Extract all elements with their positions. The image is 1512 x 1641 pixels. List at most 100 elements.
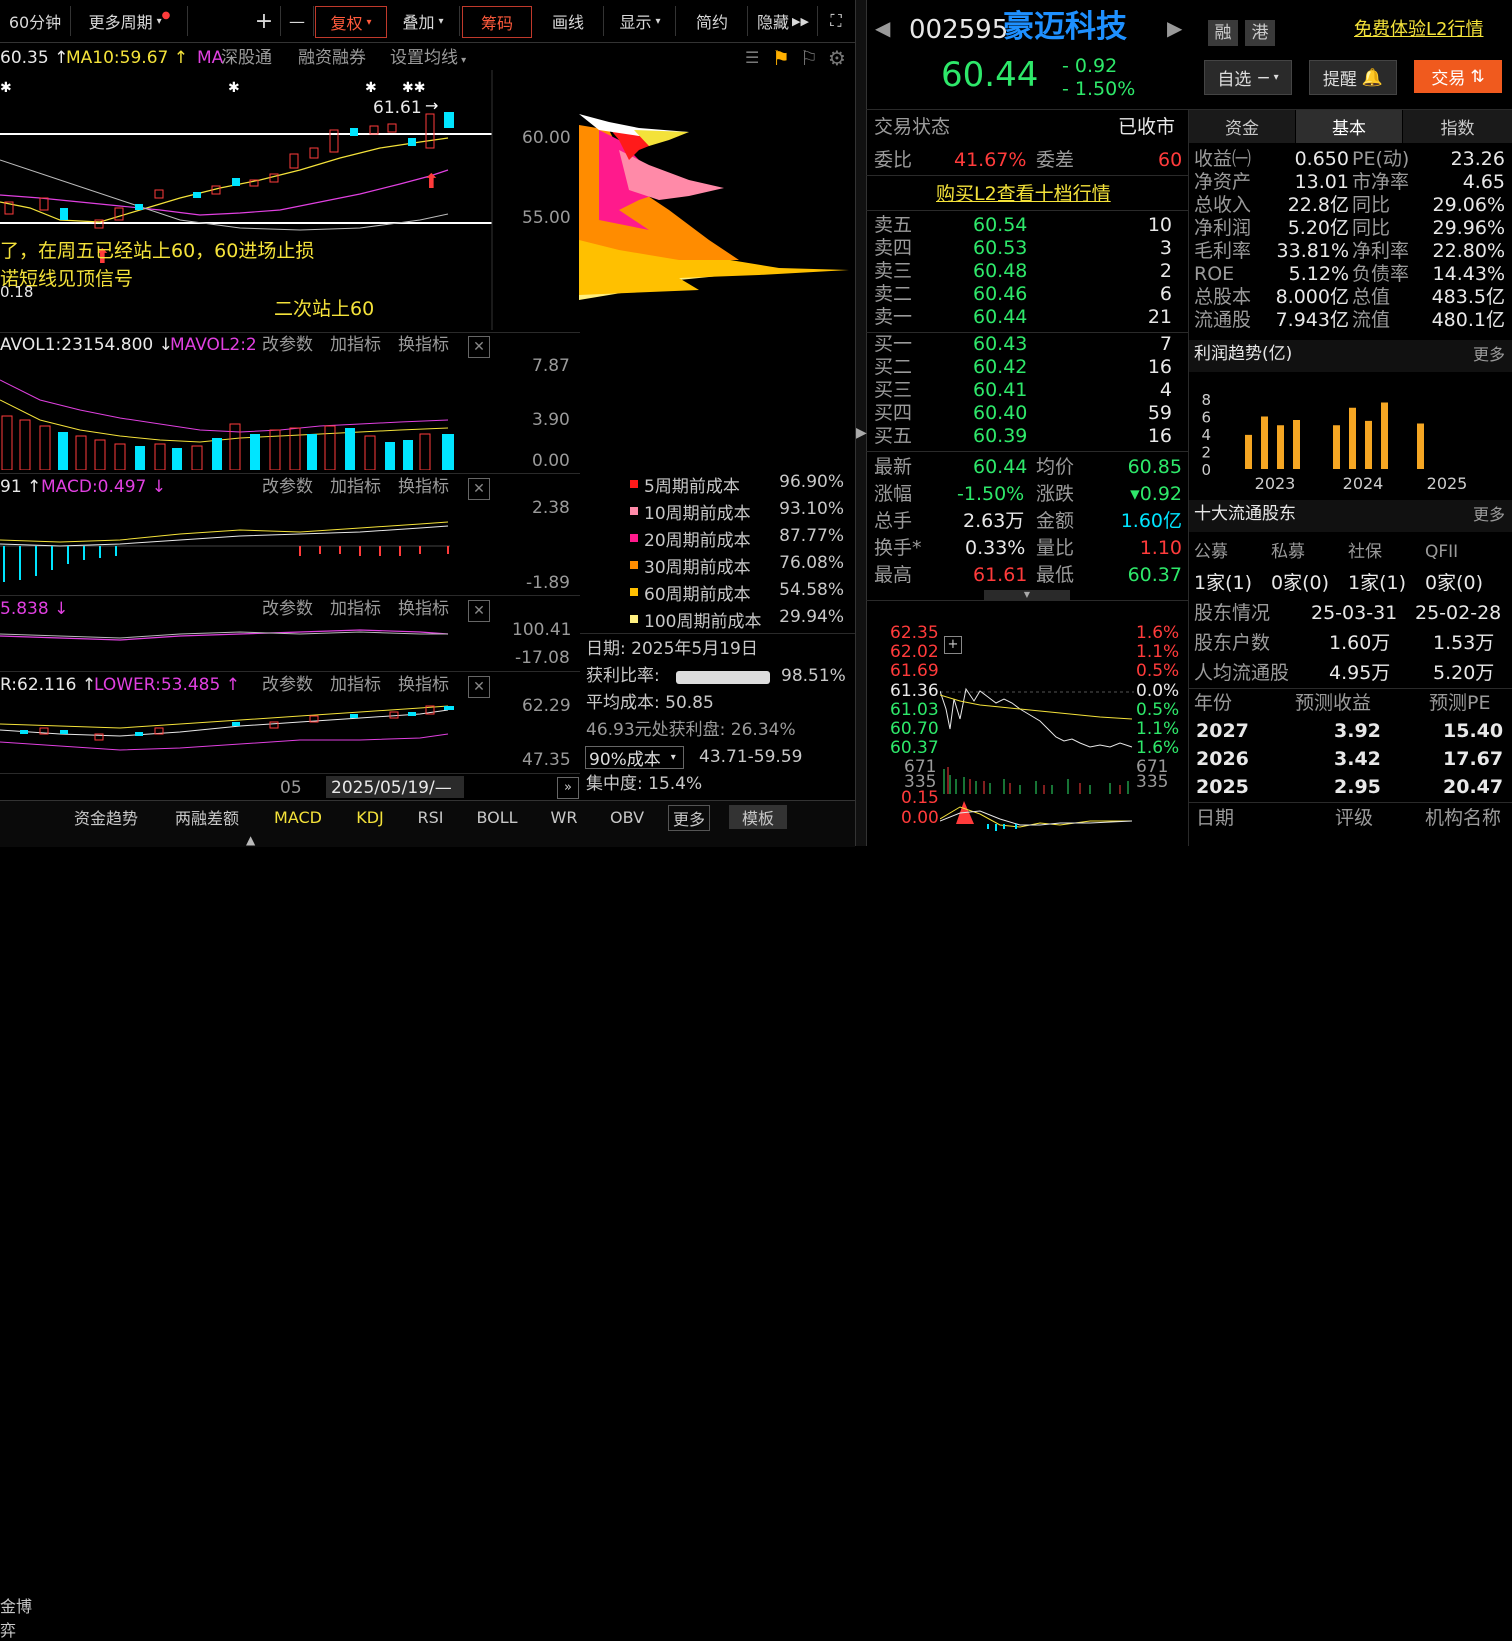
profit-ratio-bar xyxy=(676,671,770,684)
jiaoyi-button[interactable]: 交易 ⇅ xyxy=(1414,60,1502,93)
profit-more-link[interactable]: 更多 xyxy=(1473,347,1505,363)
close-icon[interactable]: ✕ xyxy=(468,600,490,622)
boll-lower-line xyxy=(0,733,449,751)
expand-handle[interactable]: ▼ xyxy=(984,590,1070,600)
tab-kdj[interactable]: KDJ xyxy=(345,805,395,829)
macd-dea-line xyxy=(0,525,449,547)
huaxian-button[interactable]: 画线 xyxy=(533,6,604,36)
buy-l2-link[interactable]: 购买L2查看十档行情 xyxy=(936,185,1111,204)
divider xyxy=(0,773,580,774)
fullscreen-button[interactable]: ⛶ xyxy=(819,6,853,36)
jiazhibiao-link[interactable]: 加指标 xyxy=(330,601,381,618)
gaicanshu-link[interactable]: 改参数 xyxy=(262,337,313,354)
prev-stock-icon[interactable]: ◀ xyxy=(875,18,890,38)
jianyue-button[interactable]: 简约 xyxy=(677,6,748,36)
yincang-button[interactable]: 隐藏 ▶▶ xyxy=(749,6,818,36)
flag-outline-icon[interactable]: ⚐ xyxy=(800,48,818,68)
tab-macd[interactable]: MACD xyxy=(268,805,328,829)
tab-template[interactable]: 模板 xyxy=(729,805,787,829)
candlestick-chart[interactable]: ✱ ✱ ✱ ✱✱ ⬆ ⬆ xyxy=(0,70,580,330)
tixing-button[interactable]: 提醒 🔔 xyxy=(1309,60,1397,95)
stock-pct: - 1.50% xyxy=(1062,78,1136,100)
diejia-button[interactable]: 叠加 ▾ xyxy=(387,6,460,36)
ind3-label: 5.838 ↓ xyxy=(0,599,69,619)
tab-boll[interactable]: BOLL xyxy=(468,805,526,829)
star-marker: ✱ xyxy=(365,80,377,96)
gaicanshu-link[interactable]: 改参数 xyxy=(262,601,313,618)
intraday-tick-right-3: 0.5% xyxy=(1136,661,1180,681)
tab-wr[interactable]: WR xyxy=(542,805,586,829)
tab-zhishu[interactable]: 指数 xyxy=(1403,110,1512,143)
shezhi-junxian-link[interactable]: 设置均线 ▾ xyxy=(390,50,466,67)
gang-badge[interactable]: 港 xyxy=(1245,20,1275,46)
zoom-out-button[interactable]: — xyxy=(281,6,314,36)
holder-type: 私募 xyxy=(1271,542,1305,562)
rating-header-org: 机构名称 xyxy=(1425,807,1502,829)
tab-jinboyi[interactable]: 金博弈 xyxy=(0,1597,44,1640)
huanzhibiao-link[interactable]: 换指标 xyxy=(398,601,449,618)
tab-zijin[interactable]: 资金 xyxy=(1189,110,1295,143)
jiazhibiao-link[interactable]: 加指标 xyxy=(330,479,381,496)
tab-rsi[interactable]: RSI xyxy=(408,805,453,829)
legend-swatch xyxy=(630,480,638,488)
profit-y-tick: 2 xyxy=(1201,444,1211,462)
caret-up-icon: ▲ xyxy=(246,833,256,847)
close-icon[interactable]: ✕ xyxy=(468,478,490,500)
fuquan-button[interactable]: 复权 ▾ xyxy=(315,6,387,38)
intraday-tick-left-4: 61.36 xyxy=(890,681,939,701)
chip-legend-row: 30周期前成本 76.08% xyxy=(630,553,850,580)
huanzhibiao-link[interactable]: 换指标 xyxy=(398,337,449,354)
holder-row-value: 25-03-31 xyxy=(1311,602,1398,624)
volume-bars-cyan xyxy=(58,428,454,470)
tab-obv[interactable]: OBV xyxy=(600,805,654,829)
huanzhibiao-link[interactable]: 换指标 xyxy=(398,479,449,496)
gear-icon[interactable]: ⚙ xyxy=(828,48,846,68)
cost-select[interactable]: 90%成本 ▾ xyxy=(585,746,684,770)
high-price-label: 61.61 xyxy=(373,98,422,118)
chouma-button[interactable]: 筹码 xyxy=(462,6,532,38)
more-period-label: 更多周期 xyxy=(88,13,153,32)
mavol2-label: MAVOL2:2 xyxy=(170,335,257,355)
profit-bar xyxy=(1381,402,1388,469)
tab-zijinqushi[interactable]: 资金趋势 xyxy=(66,805,146,829)
intraday-tick-right-5: 0.5% xyxy=(1136,700,1180,720)
tab-more[interactable]: 更多 xyxy=(668,805,710,831)
price-tick-60: 60.00 xyxy=(522,128,571,148)
chevron-right-icon[interactable]: » xyxy=(557,777,579,799)
tab-jiben[interactable]: 基本 xyxy=(1296,110,1402,143)
gaicanshu-link[interactable]: 改参数 xyxy=(262,479,313,496)
shengu-link[interactable]: 深股通 xyxy=(221,50,272,67)
flag-icon[interactable]: ⚑ xyxy=(772,48,790,68)
rong-badge[interactable]: 融 xyxy=(1208,20,1238,46)
jiazhibiao-link[interactable]: 加指标 xyxy=(330,337,381,354)
period-button[interactable]: 60分钟 xyxy=(0,6,71,36)
gaicanshu-link[interactable]: 改参数 xyxy=(262,677,313,694)
zixuan-button[interactable]: 自选 − ▾ xyxy=(1204,60,1292,95)
holder-count: 1家(1) xyxy=(1194,572,1253,594)
jiazhibiao-link[interactable]: 加指标 xyxy=(330,677,381,694)
holders-more-link[interactable]: 更多 xyxy=(1473,507,1505,523)
ma-label: MA xyxy=(197,48,224,68)
divider xyxy=(866,451,1188,452)
next-stock-icon[interactable]: ▶ xyxy=(1167,18,1182,38)
intraday-chart-panel[interactable]: 62.35 62.02 61.69 61.36 61.03 60.70 60.3… xyxy=(866,601,1188,846)
zoom-in-button[interactable]: + xyxy=(248,6,281,36)
list-icon[interactable]: ☰ xyxy=(745,50,759,66)
close-icon[interactable]: ✕ xyxy=(468,676,490,698)
vol-label: AVOL1:23154.800 ↓ xyxy=(0,335,173,355)
l2-trial-link[interactable]: 免费体验L2行情 xyxy=(1354,21,1483,39)
tab-rongzi-chae[interactable]: 两融差额 xyxy=(166,805,248,829)
arrow-up-icon: ↑ xyxy=(21,477,42,497)
intraday-tick-right-2: 1.1% xyxy=(1136,642,1180,662)
chip-legend-row: 20周期前成本 87.77% xyxy=(630,526,850,553)
rongzi-link[interactable]: 融资融券 xyxy=(298,50,366,67)
holder-row-value: 25-02-28 xyxy=(1415,602,1502,624)
holder-count: 0家(0) xyxy=(1271,572,1330,594)
fundamentals-table: 收益㈠ 0.650 PE(动) 23.26 净资产 13.01 市净率 4.65 总收入 22… xyxy=(1194,148,1505,331)
arrow-right-icon: → xyxy=(425,96,439,115)
huanzhibiao-link[interactable]: 换指标 xyxy=(398,677,449,694)
holder-row-value: 1.53万 xyxy=(1433,632,1495,654)
xianshi-button[interactable]: 显示 ▾ xyxy=(605,6,676,36)
close-icon[interactable]: ✕ xyxy=(468,336,490,358)
more-period-button[interactable]: 更多周期 ▾ ● xyxy=(72,6,188,36)
